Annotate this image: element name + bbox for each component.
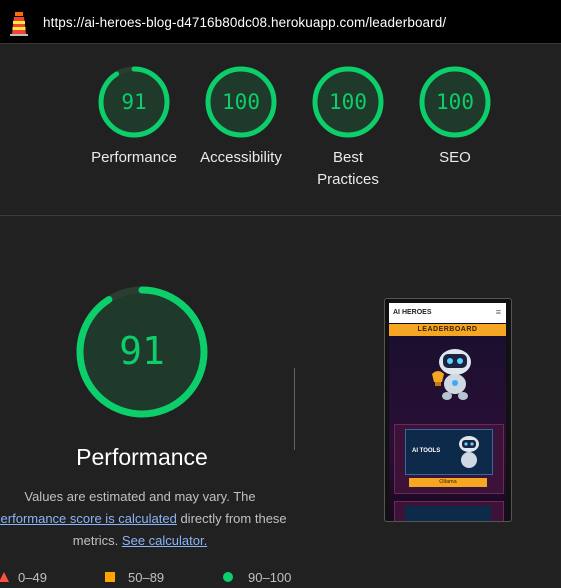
performance-score: 91 — [119, 329, 165, 373]
hamburger-icon: ≡ — [495, 307, 501, 317]
square-icon — [105, 572, 115, 582]
triangle-icon — [0, 572, 9, 582]
gauge-score: 91 — [121, 90, 146, 114]
thumbnail-banner: LEADERBOARD — [389, 324, 506, 336]
thumbnail-card-image: AI TOOLS — [405, 429, 493, 475]
thumbnail-card-button: Ollama — [409, 478, 487, 487]
gauge-score: 100 — [222, 90, 260, 114]
thumbnail-card-image-2 — [405, 506, 491, 521]
gauge-best-practices[interactable]: 100 — [312, 66, 384, 138]
thumbnail-card: AI TOOLS Ollama — [394, 424, 504, 494]
score-calculated-link[interactable]: performance score is calculated — [0, 511, 177, 526]
gauge-label-seo: SEO — [439, 149, 471, 166]
legend-fail: 0–49 — [0, 570, 47, 585]
thumbnail-brand: AI HEROES — [393, 309, 432, 316]
gauge-performance[interactable]: 91 — [98, 66, 170, 138]
circle-icon — [223, 572, 233, 582]
legend-range: 90–100 — [248, 570, 292, 585]
gauge-seo[interactable]: 100 — [419, 66, 491, 138]
final-screenshot[interactable]: AI HEROES ≡ LEADERBOARD AI TOOLS Ollama — [384, 298, 512, 522]
performance-note: Values are estimated and may vary. The p… — [0, 486, 290, 552]
robot-icon — [459, 436, 479, 468]
gauge-score: 100 — [329, 90, 367, 114]
thumbnail-navbar: AI HEROES ≡ — [389, 303, 506, 323]
gauge-accessibility[interactable]: 100 — [205, 66, 277, 138]
legend-pass: 90–100 — [222, 570, 291, 585]
see-calculator-link[interactable]: See calculator. — [122, 533, 207, 548]
thumbnail-card-title: AI TOOLS — [412, 448, 441, 454]
section-divider — [0, 215, 561, 216]
gauge-label-best-practices: Best Practices — [317, 149, 379, 188]
performance-gauge-large: 91 — [74, 284, 210, 420]
gauge-label-performance: Performance — [91, 149, 177, 166]
legend-range: 0–49 — [18, 570, 47, 585]
robot-icon — [432, 349, 471, 400]
gauge-score: 100 — [436, 90, 474, 114]
legend-range: 50–89 — [128, 570, 165, 585]
vertical-divider — [294, 368, 295, 450]
url-bar: https://ai-heroes-blog-d4716b80dc08.hero… — [0, 0, 561, 44]
page-url[interactable]: https://ai-heroes-blog-d4716b80dc08.hero… — [43, 15, 446, 30]
thumbnail-card-2 — [394, 501, 504, 521]
performance-title: Performance — [76, 444, 208, 470]
note-text: Values are estimated and may vary. The — [24, 489, 256, 504]
gauge-label-accessibility: Accessibility — [200, 149, 282, 166]
lighthouse-icon — [10, 12, 28, 36]
legend-average: 50–89 — [104, 570, 164, 585]
